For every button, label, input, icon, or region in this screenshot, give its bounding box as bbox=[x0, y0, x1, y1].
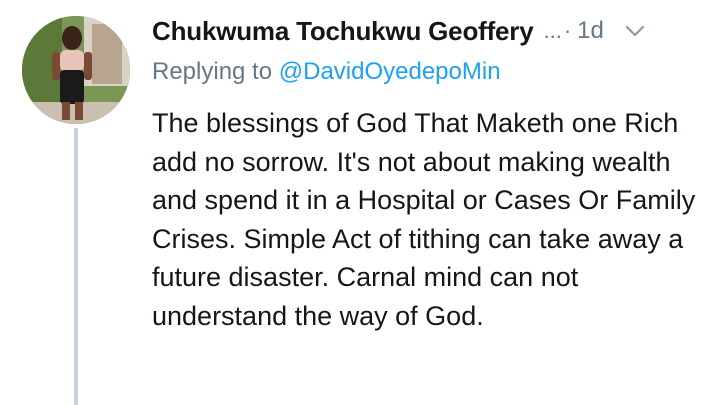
name-truncation: ... bbox=[543, 18, 562, 43]
timestamp[interactable]: 1d bbox=[577, 17, 604, 45]
separator-dot: · bbox=[563, 18, 572, 43]
avatar-photo bbox=[22, 16, 130, 124]
tweet-header: Chukwuma Tochukwu Geoffery ... · 1d bbox=[152, 14, 702, 48]
reply-prefix: Replying to bbox=[152, 58, 273, 85]
thread-connector-line bbox=[74, 128, 78, 405]
author-avatar[interactable] bbox=[22, 16, 130, 124]
tweet-text: The blessings of God That Maketh one Ric… bbox=[152, 108, 696, 331]
reply-handle-link[interactable]: @DavidOyedepoMin bbox=[279, 58, 501, 85]
author-name[interactable]: Chukwuma Tochukwu Geoffery bbox=[152, 16, 534, 47]
chevron-down-icon[interactable] bbox=[622, 18, 648, 44]
replying-to: Replying to @DavidOyedepoMin bbox=[152, 58, 501, 86]
tweet[interactable]: Chukwuma Tochukwu Geoffery ... · 1d Repl… bbox=[0, 0, 718, 405]
